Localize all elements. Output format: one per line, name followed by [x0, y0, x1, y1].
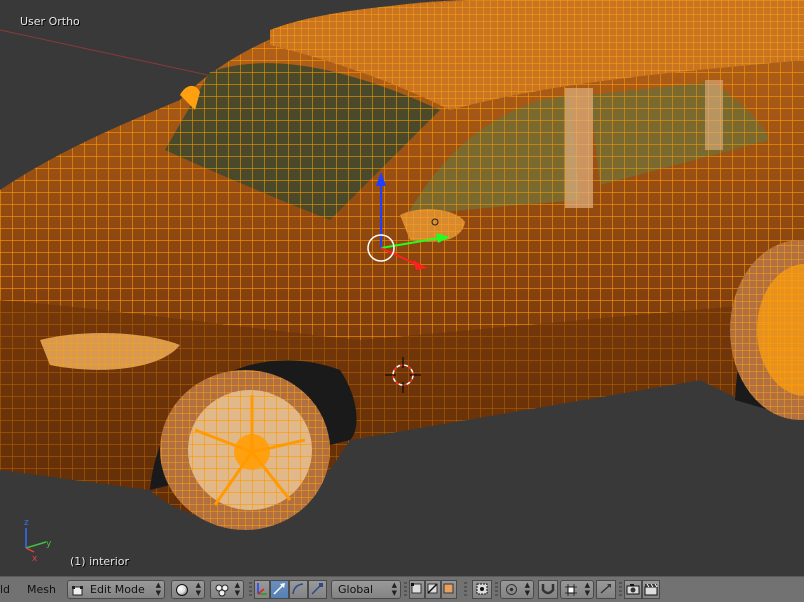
chevron-updown-icon: ▲ ▼	[234, 581, 240, 597]
face-select-button[interactable]	[441, 580, 457, 599]
mini-axis-z-label: z	[24, 518, 29, 528]
manipulator-toggle-button[interactable]	[254, 580, 270, 599]
face-select-icon	[443, 583, 454, 594]
3d-viewport[interactable]: z y x User Ortho (1) interior	[0, 0, 804, 576]
mini-axis-y-label: y	[46, 539, 52, 549]
transform-orientation-label: Global	[338, 583, 374, 596]
front-wheel	[160, 370, 330, 530]
chevron-updown-icon: ▲ ▼	[584, 581, 590, 597]
edge-select-icon	[427, 583, 438, 594]
snap-target-icon	[600, 584, 611, 594]
car-wireframe-scene[interactable]: z y x	[0, 0, 804, 576]
proportional-circle-icon	[506, 584, 517, 595]
pivot-point-dropdown[interactable]: ▲ ▼	[210, 580, 244, 599]
rotate-manipulator-button[interactable]	[289, 580, 308, 599]
clapperboard-icon	[644, 583, 658, 596]
chevron-updown-icon: ▲ ▼	[391, 581, 397, 597]
pivot-dots-icon	[214, 583, 230, 602]
solid-sphere-icon	[176, 584, 188, 596]
transform-orientation-dropdown[interactable]: Global ▲ ▼	[331, 580, 401, 599]
view-name-label: User Ortho	[20, 15, 80, 28]
mode-label: Edit Mode	[90, 583, 145, 596]
chevron-updown-icon: ▲ ▼	[155, 581, 161, 597]
b-pillar	[565, 88, 593, 208]
snap-target-button[interactable]	[596, 580, 616, 599]
chevron-updown-icon: ▲ ▼	[195, 581, 201, 597]
limit-selection-button[interactable]	[472, 580, 492, 599]
magnet-icon	[541, 584, 555, 595]
scale-manipulator-button[interactable]	[308, 580, 327, 599]
translate-arrow-icon	[273, 583, 285, 595]
viewport-shading-dropdown[interactable]: ▲ ▼	[171, 580, 205, 599]
edge-select-button[interactable]	[425, 580, 441, 599]
translate-manipulator-button[interactable]	[270, 580, 289, 599]
snap-grid-icon	[564, 583, 578, 602]
render-image-button[interactable]	[624, 580, 642, 599]
vertex-select-button[interactable]	[409, 580, 425, 599]
vertex-select-icon	[411, 583, 422, 594]
active-object-label: (1) interior	[70, 555, 130, 568]
manipulator-axes-icon	[257, 583, 267, 595]
proportional-edit-dropdown[interactable]: ▲ ▼	[500, 580, 534, 599]
mini-axis-x-label: x	[32, 554, 38, 564]
mini-axis-widget: z y x	[24, 518, 52, 564]
chevron-updown-icon: ▲ ▼	[524, 581, 530, 597]
c-pillar	[705, 80, 723, 150]
snap-element-dropdown[interactable]: ▲ ▼	[560, 580, 594, 599]
limit-selection-icon	[476, 583, 488, 595]
viewport-header: ld Mesh Edit Mode ▲▼ ▲▼ ▲▼ Global ▲▼	[0, 576, 804, 602]
mode-dropdown[interactable]: Edit Mode ▲ ▼	[67, 580, 165, 599]
camera-icon	[626, 584, 640, 595]
menu-build[interactable]: ld	[0, 583, 10, 596]
edit-mode-icon	[72, 584, 84, 596]
snap-toggle-button[interactable]	[538, 580, 558, 599]
render-animation-button[interactable]	[642, 580, 660, 599]
menu-mesh[interactable]: Mesh	[27, 583, 56, 596]
scale-line-icon	[311, 583, 323, 595]
rotate-arc-icon	[292, 583, 304, 595]
